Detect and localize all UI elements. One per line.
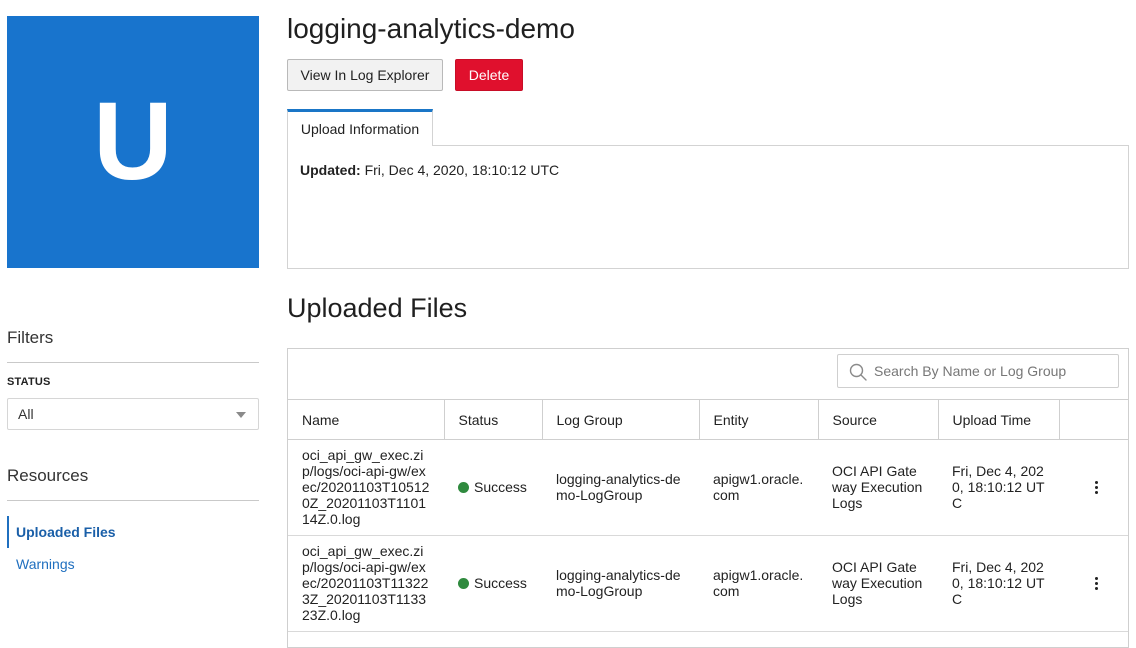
column-header-log-group[interactable]: Log Group — [542, 399, 700, 440]
updated-line: Updated: Fri, Dec 4, 2020, 18:10:12 UTC — [300, 162, 559, 178]
column-header-source[interactable]: Source — [818, 399, 939, 440]
more-actions-icon[interactable] — [1089, 480, 1103, 494]
status-filter-label: STATUS — [7, 376, 51, 388]
uploaded-files-table: Name Status Log Group Entity Source Uplo… — [288, 399, 1128, 632]
page-title: logging-analytics-demo — [287, 13, 575, 44]
cell-source: OCI API Gateway Execution Logs — [818, 439, 938, 536]
resources-item-uploaded-files[interactable]: Uploaded Files — [7, 516, 259, 548]
delete-button[interactable]: Delete — [455, 59, 523, 91]
column-header-status[interactable]: Status — [444, 399, 543, 440]
resources-nav: Uploaded Files Warnings — [7, 516, 259, 580]
tab-upload-information[interactable]: Upload Information — [287, 109, 433, 146]
resources-heading: Resources — [7, 466, 259, 501]
cell-name: oci_api_gw_exec.zip/logs/oci-api-gw/exec… — [288, 535, 444, 632]
view-in-log-explorer-button[interactable]: View In Log Explorer — [287, 59, 443, 91]
cell-entity: apigw1.oracle.com — [699, 439, 818, 536]
cell-entity: apigw1.oracle.com — [699, 535, 818, 632]
success-status-icon — [458, 481, 469, 493]
resource-avatar: U — [7, 16, 259, 268]
status-filter-select[interactable]: All — [7, 398, 259, 430]
chevron-down-icon — [236, 412, 246, 418]
cell-actions — [1059, 439, 1128, 536]
cell-log-group: logging-analytics-demo-LogGroup — [542, 439, 699, 536]
avatar-letter: U — [93, 80, 173, 203]
search-icon — [849, 363, 867, 381]
uploaded-files-table-container: Search By Name or Log Group Name Status … — [287, 348, 1129, 648]
cell-upload-time: Fri, Dec 4, 2020, 18:10:12 UTC — [938, 439, 1059, 536]
more-actions-icon[interactable] — [1089, 576, 1103, 590]
table-row: oci_api_gw_exec.zip/logs/oci-api-gw/exec… — [288, 439, 1128, 536]
upload-information-panel: Updated: Fri, Dec 4, 2020, 18:10:12 UTC — [287, 145, 1129, 269]
status-text: Success — [474, 575, 527, 591]
column-header-entity[interactable]: Entity — [699, 399, 819, 440]
resources-item-warnings[interactable]: Warnings — [7, 548, 259, 580]
cell-name: oci_api_gw_exec.zip/logs/oci-api-gw/exec… — [288, 439, 444, 536]
updated-value: Fri, Dec 4, 2020, 18:10:12 UTC — [364, 162, 560, 178]
search-placeholder: Search By Name or Log Group — [874, 363, 1067, 379]
cell-upload-time: Fri, Dec 4, 2020, 18:10:12 UTC — [938, 535, 1059, 632]
column-header-name[interactable]: Name — [288, 399, 445, 440]
cell-status: Success — [444, 535, 542, 632]
column-header-actions — [1059, 399, 1128, 440]
column-header-upload-time[interactable]: Upload Time — [938, 399, 1060, 440]
updated-label: Updated: — [300, 162, 361, 178]
uploaded-files-title: Uploaded Files — [287, 293, 468, 323]
status-indicator: Success — [458, 479, 528, 495]
status-text: Success — [474, 479, 527, 495]
success-status-icon — [458, 577, 469, 589]
table-header-row: Name Status Log Group Entity Source Uplo… — [288, 399, 1128, 440]
status-filter-value: All — [18, 406, 34, 422]
cell-source: OCI API Gateway Execution Logs — [818, 535, 938, 632]
search-input[interactable]: Search By Name or Log Group — [837, 354, 1119, 388]
cell-log-group: logging-analytics-demo-LogGroup — [542, 535, 699, 632]
table-row: oci_api_gw_exec.zip/logs/oci-api-gw/exec… — [288, 535, 1128, 632]
filters-heading: Filters — [7, 328, 259, 363]
cell-actions — [1059, 535, 1128, 632]
status-indicator: Success — [458, 575, 528, 591]
cell-status: Success — [444, 439, 542, 536]
